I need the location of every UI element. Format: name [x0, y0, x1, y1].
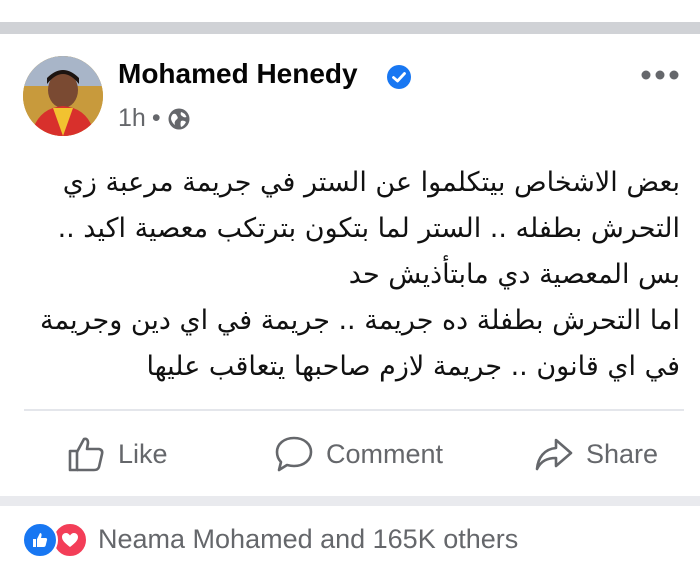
- like-label: Like: [118, 438, 168, 469]
- post-text-line: بس المعصية دي مابتأذيش حد: [348, 259, 680, 290]
- share-button[interactable]: Share: [534, 434, 658, 474]
- more-options-icon[interactable]: [640, 68, 680, 82]
- reactions-summary[interactable]: Neama Mohamed and 165K others: [22, 522, 518, 558]
- reaction-icons: [22, 522, 92, 558]
- divider: [24, 409, 684, 411]
- post-text-line: في اي قانون .. جريمة لازم صاحبها يتعاقب …: [146, 351, 680, 382]
- thumbs-up-icon: [68, 437, 104, 472]
- meta-separator: •: [151, 104, 161, 132]
- post-text-line: بعض الاشخاص بيتكلموا عن الستر في جريمة م…: [62, 167, 680, 198]
- like-reaction-icon: [22, 522, 58, 558]
- post-text-line: اما التحرش بطفلة ده جريمة .. جريمة في اي…: [40, 305, 680, 336]
- reactions-count[interactable]: Neama Mohamed and 165K others: [98, 524, 518, 555]
- comment-bubble-icon: [275, 436, 313, 472]
- section-divider: [0, 496, 700, 506]
- post-meta: 1h •: [118, 104, 191, 133]
- verified-badge-icon: [387, 65, 411, 89]
- action-bar: Like Comment Share: [0, 412, 700, 496]
- status-area: [0, 0, 700, 22]
- author-avatar[interactable]: [23, 56, 103, 136]
- post-time[interactable]: 1h: [118, 104, 146, 133]
- share-label: Share: [586, 438, 659, 469]
- comment-button[interactable]: Comment: [274, 434, 443, 474]
- post-text-line: التحرش بطفله .. الستر لما بتكون بترتكب م…: [57, 213, 680, 244]
- feed-separator: [0, 22, 700, 34]
- share-arrow-icon: [535, 438, 573, 471]
- post-body: بعض الاشخاص بيتكلموا عن الستر في جريمة م…: [30, 160, 680, 390]
- globe-icon: [168, 108, 190, 129]
- author-name[interactable]: Mohamed Henedy: [118, 58, 358, 90]
- comment-label: Comment: [326, 438, 444, 469]
- avatar-image: [23, 56, 103, 136]
- like-button[interactable]: Like: [66, 434, 168, 474]
